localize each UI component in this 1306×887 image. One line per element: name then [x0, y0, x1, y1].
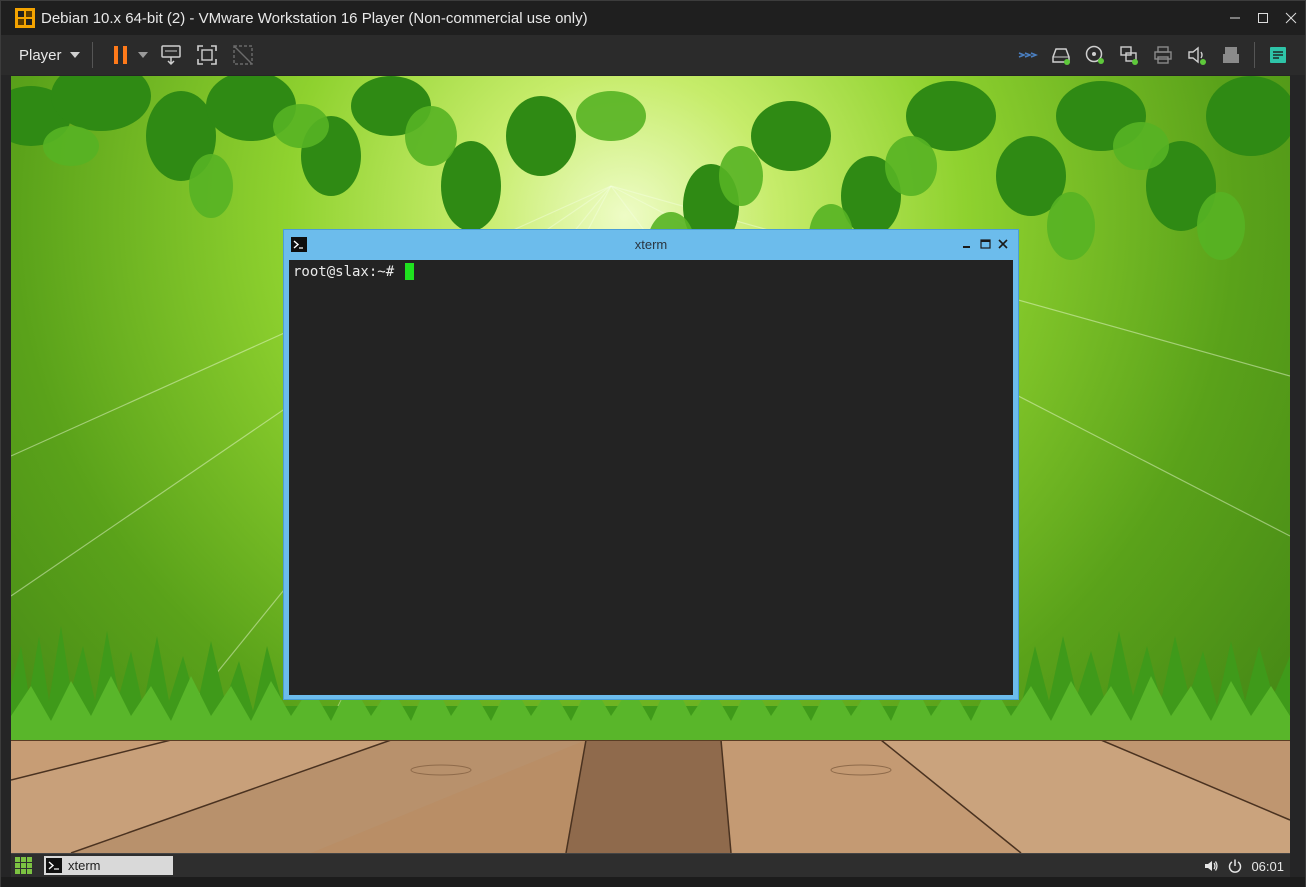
sound-card-icon — [1188, 46, 1206, 65]
device-icons — [1014, 35, 1291, 75]
printer-icon — [1154, 46, 1172, 64]
full-screen-button[interactable] — [191, 39, 223, 71]
cd-dvd-button[interactable] — [1082, 39, 1108, 71]
pause-button[interactable] — [105, 39, 137, 71]
toolbar-divider — [1254, 42, 1255, 68]
vmware-window: Debian 10.x 64-bit (2) - VMware Workstat… — [0, 0, 1306, 887]
power-button[interactable] — [1227, 858, 1243, 874]
window-controls — [1221, 1, 1305, 35]
hard-disk-button[interactable] — [1048, 39, 1074, 71]
xterm-close-button[interactable] — [996, 237, 1010, 251]
volume-icon — [1205, 861, 1219, 871]
wallpaper-wood-deck — [11, 740, 1290, 853]
pause-icon — [113, 46, 127, 64]
display-icon — [1223, 47, 1239, 63]
chevron-down-icon — [137, 52, 148, 58]
taskbar-item-label: xterm — [68, 858, 101, 873]
chevron-down-icon — [69, 52, 80, 58]
vmware-bottom-strip — [1, 877, 1305, 887]
taskbar-item-xterm[interactable]: xterm — [44, 856, 173, 875]
xterm-minimize-button[interactable] — [960, 237, 974, 251]
clock[interactable]: 06:01 — [1251, 859, 1284, 874]
shell-prompt: root@slax:~# — [293, 263, 403, 280]
send-ctrl-alt-del-button[interactable] — [155, 39, 187, 71]
message-log-button[interactable] — [1265, 39, 1291, 71]
close-button[interactable] — [1277, 1, 1305, 35]
close-icon — [1285, 12, 1297, 24]
send-ctrl-alt-del-icon — [160, 45, 181, 66]
xterm-window-controls — [960, 237, 1010, 251]
full-screen-icon — [196, 45, 217, 65]
display-button[interactable] — [1218, 39, 1244, 71]
xterm-maximize-button[interactable] — [978, 237, 992, 251]
unity-button[interactable] — [227, 39, 259, 71]
minimize-icon — [1230, 17, 1240, 19]
vmware-titlebar: Debian 10.x 64-bit (2) - VMware Workstat… — [1, 1, 1305, 35]
usb-controller-icon — [1120, 46, 1138, 65]
printer-button[interactable] — [1150, 39, 1176, 71]
guest-taskbar: xterm 06:01 — [11, 853, 1290, 877]
xterm-window[interactable]: xterm root@slax:~# — [283, 229, 1019, 700]
sound-card-button[interactable] — [1184, 39, 1210, 71]
start-menu-button[interactable] — [15, 857, 32, 874]
maximize-icon — [1258, 13, 1268, 23]
player-menu-label: Player — [19, 46, 62, 64]
power-options-dropdown[interactable] — [135, 39, 151, 71]
network-adapter-button[interactable] — [1014, 39, 1040, 71]
vmware-app-icon — [15, 8, 35, 28]
usb-controller-button[interactable] — [1116, 39, 1142, 71]
volume-button[interactable] — [1203, 858, 1219, 874]
xterm-title: xterm — [634, 237, 668, 252]
xterm-titlebar[interactable]: xterm — [284, 230, 1018, 259]
grid-icon — [15, 857, 20, 862]
text-cursor — [404, 263, 414, 280]
shell-prompt-line: root@slax:~# — [293, 263, 414, 280]
terminal-output[interactable]: root@slax:~# — [289, 260, 1013, 695]
toolbar-divider — [91, 42, 93, 68]
network-adapter-icon — [1018, 52, 1038, 58]
close-icon — [998, 239, 1008, 249]
hard-disk-icon — [1052, 48, 1070, 65]
player-menu[interactable]: Player — [19, 47, 80, 64]
power-icon — [1229, 859, 1242, 873]
terminal-icon — [46, 858, 62, 873]
minimize-icon — [963, 246, 970, 248]
message-log-icon — [1270, 47, 1286, 63]
maximize-icon — [979, 239, 991, 249]
cd-dvd-icon — [1085, 45, 1104, 64]
window-title: Debian 10.x 64-bit (2) - VMware Workstat… — [41, 9, 588, 27]
minimize-button[interactable] — [1221, 1, 1249, 35]
vmware-toolbar: Player — [1, 35, 1305, 75]
system-tray: 06:01 — [1203, 854, 1284, 878]
unity-icon — [232, 45, 253, 65]
maximize-button[interactable] — [1249, 1, 1277, 35]
